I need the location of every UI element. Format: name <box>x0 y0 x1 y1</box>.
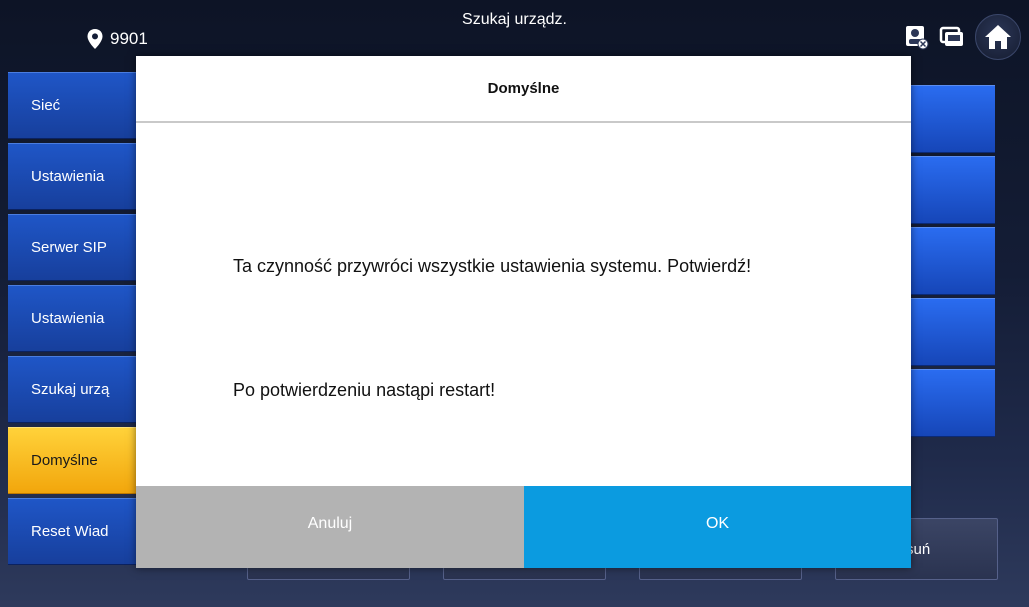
cancel-button[interactable]: Anuluj <box>136 486 524 568</box>
right-button-5[interactable] <box>905 369 995 437</box>
ok-button[interactable]: OK <box>524 486 911 568</box>
sidebar-item-label: Serwer SIP <box>31 239 107 256</box>
map-pin-icon <box>87 29 103 49</box>
right-button-3[interactable] <box>905 227 995 295</box>
monitor-icon[interactable] <box>939 25 965 49</box>
page-title: Szukaj urządz. <box>462 11 567 28</box>
dialog-title: Domyślne <box>136 56 911 123</box>
home-button[interactable] <box>975 14 1021 60</box>
dialog-message-restart: Po potwierdzeniu nastąpi restart! <box>233 380 496 400</box>
sidebar-item-label: Ustawienia <box>31 168 105 185</box>
location-number: 9901 <box>110 29 148 48</box>
right-button-2[interactable] <box>905 156 995 224</box>
sidebar-item-label: Domyślne <box>31 452 98 469</box>
sidebar-item-label: Szukaj urzą <box>31 381 110 398</box>
sidebar-item-label: Reset Wiad <box>31 523 109 540</box>
top-icons <box>903 14 1021 60</box>
sidebar-item-label: Ustawienia <box>31 310 105 327</box>
confirm-dialog: Domyślne Ta czynność przywróci wszystkie… <box>136 56 911 568</box>
sidebar-item-label: Sieć <box>31 97 61 114</box>
dialog-message-restore: Ta czynność przywróci wszystkie ustawien… <box>233 256 752 276</box>
contact-card-icon[interactable] <box>903 24 929 50</box>
right-button-4[interactable] <box>905 298 995 366</box>
dialog-buttons: Anuluj OK <box>136 486 911 568</box>
right-button-1[interactable] <box>905 85 995 153</box>
location-indicator: 9901 <box>86 28 148 50</box>
home-icon <box>985 25 1011 49</box>
